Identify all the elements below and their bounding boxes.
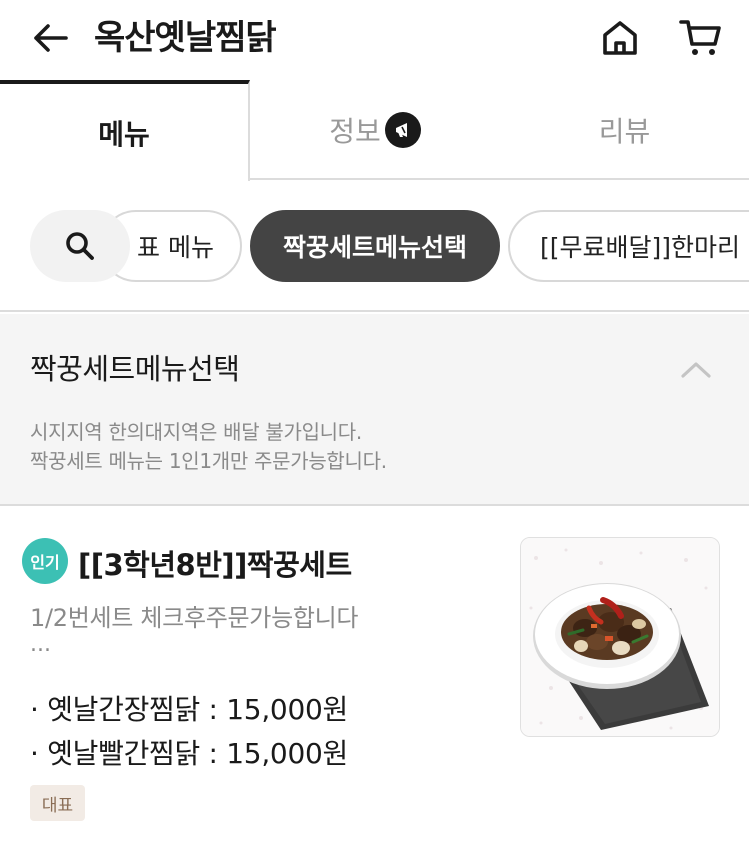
section-description-line: 시지지역 한의대지역은 배달 불가입니다. xyxy=(30,420,362,444)
tab-review-label: 리뷰 xyxy=(598,115,651,148)
menu-item-image[interactable] xyxy=(520,537,720,737)
collapse-button[interactable] xyxy=(676,352,716,386)
search-icon xyxy=(66,232,94,260)
section-description: 시지지역 한의대지역은 배달 불가입니다. 짝꿍세트 메뉴는 1인1개만 주문가… xyxy=(30,418,387,476)
category-chip-bar[interactable]: 표 메뉴 짝꿍세트메뉴선택 [[무료배달]]한마리 xyxy=(0,182,749,312)
page-title: 옥산옛날찜닭 xyxy=(94,18,277,58)
search-button[interactable] xyxy=(30,210,130,282)
popular-badge: 인기 xyxy=(22,538,68,584)
back-arrow-icon xyxy=(34,24,68,52)
home-button[interactable] xyxy=(596,14,644,62)
megaphone-icon xyxy=(384,112,421,148)
category-chip[interactable]: [[무료배달]]한마리 xyxy=(508,210,749,282)
tab-menu-label: 메뉴 xyxy=(98,117,150,151)
tab-menu[interactable]: 메뉴 xyxy=(0,80,250,181)
tab-info[interactable]: 정보 xyxy=(250,80,500,180)
cart-icon xyxy=(679,20,721,55)
menu-item-name: [[3학년8반]]짝꿍세트 xyxy=(78,548,352,582)
category-chip-label: 짝꿍세트메뉴선택 xyxy=(282,233,467,262)
cart-button[interactable] xyxy=(676,14,724,62)
menu-item-description: 1/2번세트 체크후주문가능합니다 xyxy=(30,604,359,632)
chevron-up-icon xyxy=(681,362,711,378)
menu-section-header: 짝꿍세트메뉴선택 시지지역 한의대지역은 배달 불가입니다. 짝꿍세트 메뉴는 … xyxy=(0,314,749,506)
section-description-line: 짝꿍세트 메뉴는 1인1개만 주문가능합니다. xyxy=(30,449,387,473)
category-chip-label: 표 메뉴 xyxy=(137,233,214,262)
tab-bar: 메뉴 정보 리뷰 xyxy=(0,80,749,181)
tab-info-label: 정보 xyxy=(329,115,381,148)
tab-review[interactable]: 리뷰 xyxy=(500,80,749,180)
menu-option-price: · 옛날빨간찜닭 : 15,000원 xyxy=(30,737,348,770)
representative-badge: 대표 xyxy=(30,785,85,821)
menu-option-price: · 옛날간장찜닭 : 15,000원 xyxy=(30,693,348,726)
home-icon xyxy=(603,21,637,55)
menu-item[interactable]: 인기 [[3학년8반]]짝꿍세트 1/2번세트 체크후주문가능합니다 ... ·… xyxy=(0,508,749,847)
section-title: 짝꿍세트메뉴선택 xyxy=(30,352,240,386)
food-photo-image xyxy=(521,538,719,736)
back-button[interactable] xyxy=(28,16,72,60)
app-header: 옥산옛날찜닭 xyxy=(0,0,749,80)
category-chip-active[interactable]: 짝꿍세트메뉴선택 xyxy=(250,210,500,282)
category-chip-label: [[무료배달]]한마리 xyxy=(540,233,741,262)
menu-item-ellipsis: ... xyxy=(30,632,51,657)
